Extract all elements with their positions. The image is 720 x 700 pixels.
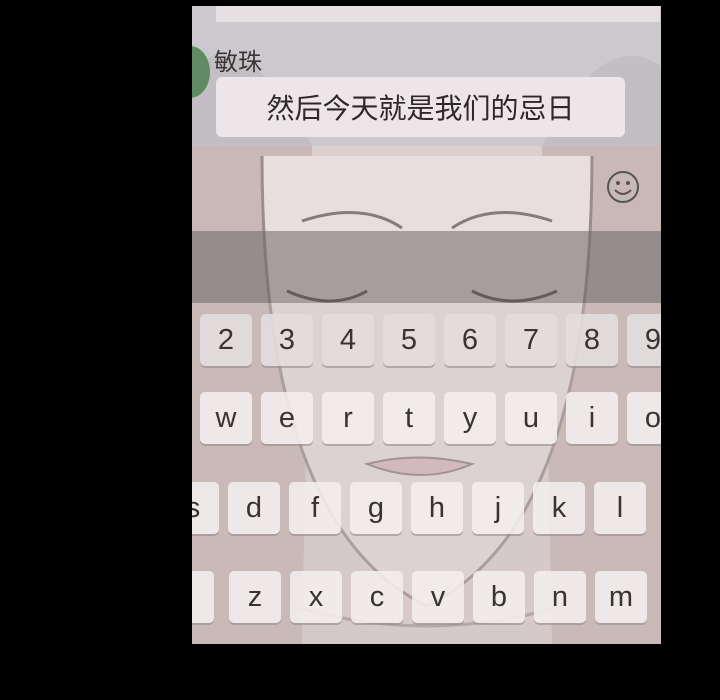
message-bubble: 然后今天就是我们的忌日 (216, 77, 625, 137)
key-t[interactable]: t (383, 392, 435, 444)
key-g[interactable]: g (350, 482, 402, 534)
key-v[interactable]: v (412, 571, 464, 623)
key-5[interactable]: 5 (383, 314, 435, 366)
key-6[interactable]: 6 (444, 314, 496, 366)
key-j[interactable]: j (472, 482, 524, 534)
shift-key[interactable] (192, 571, 214, 623)
key-f[interactable]: f (289, 482, 341, 534)
key-9[interactable]: 9 (627, 314, 661, 366)
previous-message-bubble (216, 6, 660, 22)
key-8[interactable]: 8 (566, 314, 618, 366)
key-i[interactable]: i (566, 392, 618, 444)
key-7[interactable]: 7 (505, 314, 557, 366)
key-b[interactable]: b (473, 571, 525, 623)
keyboard-toolbar (192, 231, 661, 303)
key-c[interactable]: c (351, 571, 403, 623)
sender-name: 敏珠 (214, 48, 262, 76)
smiley-face-icon[interactable] (606, 170, 640, 204)
key-x[interactable]: x (290, 571, 342, 623)
key-n[interactable]: n (534, 571, 586, 623)
key-y[interactable]: y (444, 392, 496, 444)
key-d[interactable]: d (228, 482, 280, 534)
phone-screen: 敏珠 然后今天就是我们的忌日 2 3 4 5 6 7 8 9 w e r t y… (192, 6, 661, 644)
key-m[interactable]: m (595, 571, 647, 623)
key-o[interactable]: o (627, 392, 661, 444)
key-k[interactable]: k (533, 482, 585, 534)
key-s[interactable]: s (192, 482, 219, 534)
key-3[interactable]: 3 (261, 314, 313, 366)
key-e[interactable]: e (261, 392, 313, 444)
key-z[interactable]: z (229, 571, 281, 623)
key-r[interactable]: r (322, 392, 374, 444)
key-u[interactable]: u (505, 392, 557, 444)
key-4[interactable]: 4 (322, 314, 374, 366)
key-2[interactable]: 2 (200, 314, 252, 366)
key-w[interactable]: w (200, 392, 252, 444)
key-l[interactable]: l (594, 482, 646, 534)
key-h[interactable]: h (411, 482, 463, 534)
